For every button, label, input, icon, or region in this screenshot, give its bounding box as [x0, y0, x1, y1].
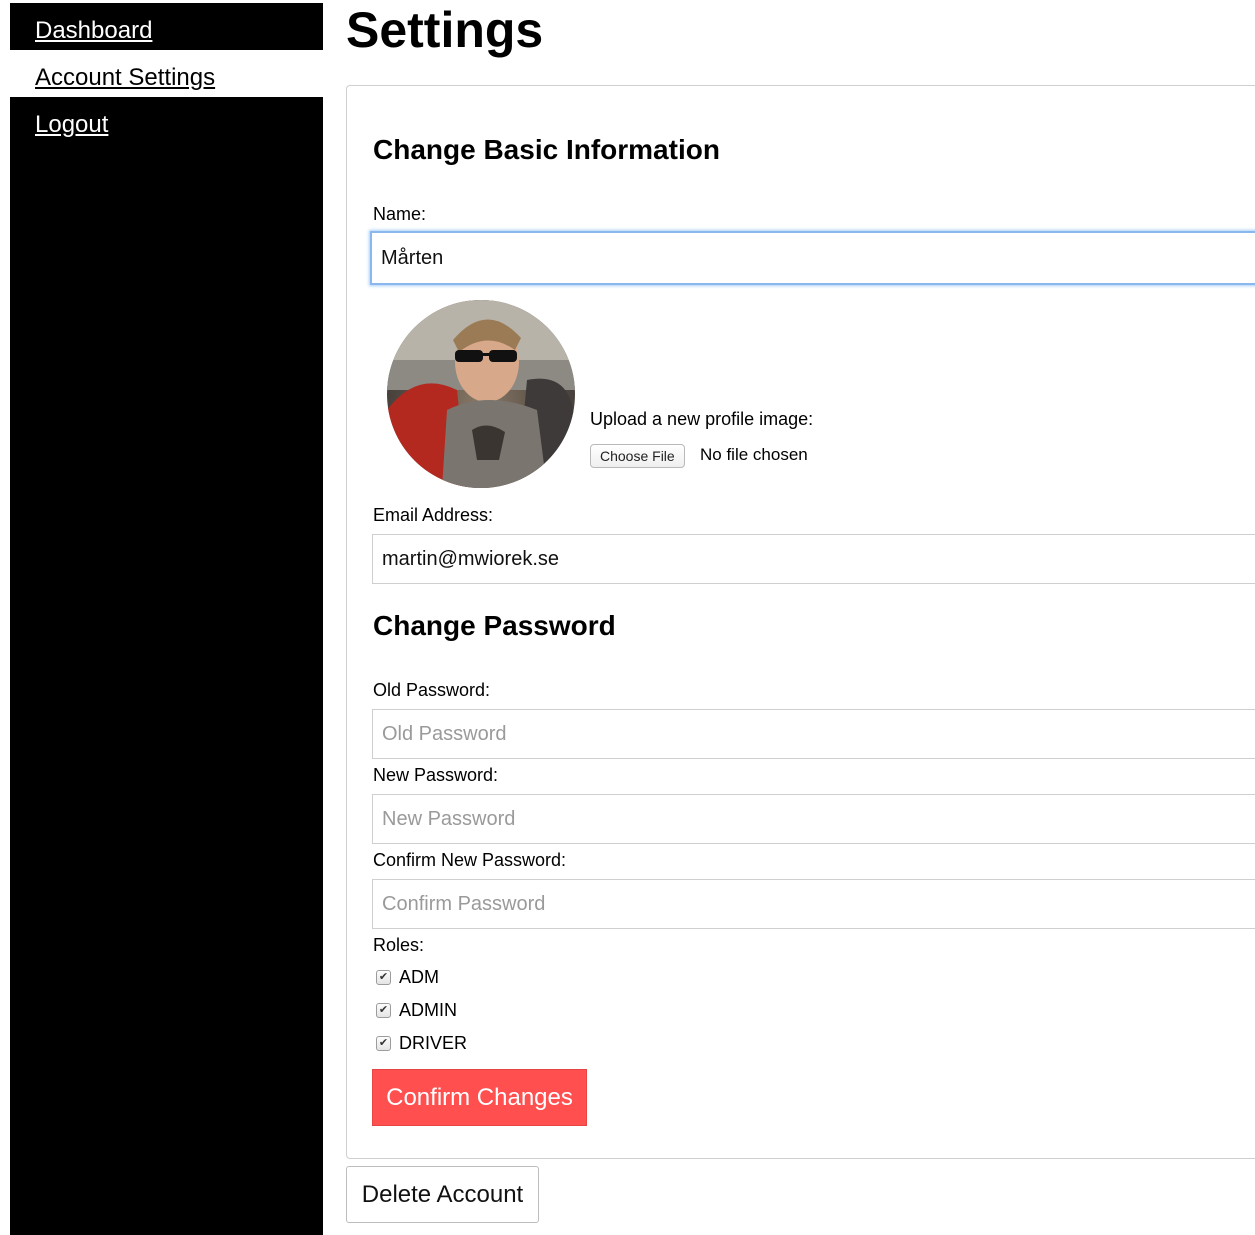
- checkbox-checked-icon[interactable]: ✔: [376, 970, 391, 985]
- confirm-changes-button[interactable]: Confirm Changes: [372, 1069, 587, 1126]
- name-input[interactable]: [370, 231, 1255, 285]
- role-label: DRIVER: [399, 1033, 468, 1053]
- new-password-input[interactable]: [372, 794, 1255, 844]
- settings-form: Change Basic Information Name: Upload a …: [346, 85, 1255, 1159]
- role-label: ADM: [399, 967, 439, 987]
- no-file-text: No file chosen: [700, 445, 808, 464]
- basic-info-heading: Change Basic Information: [373, 134, 720, 165]
- role-option-admin[interactable]: ✔ ADMIN: [376, 1000, 457, 1021]
- upload-label: Upload a new profile image:: [590, 409, 814, 429]
- confirm-password-input[interactable]: [372, 879, 1255, 929]
- checkbox-checked-icon[interactable]: ✔: [376, 1003, 391, 1018]
- role-option-driver[interactable]: ✔ DRIVER: [376, 1033, 467, 1054]
- email-label: Email Address:: [373, 505, 494, 525]
- role-option-adm[interactable]: ✔ ADM: [376, 967, 439, 988]
- new-password-label: New Password:: [373, 765, 499, 785]
- sidebar: Dashboard Account Settings Logout: [10, 3, 323, 1235]
- password-heading: Change Password: [373, 610, 616, 641]
- role-label: ADMIN: [399, 1000, 457, 1020]
- name-label: Name:: [373, 204, 427, 224]
- checkbox-checked-icon[interactable]: ✔: [376, 1036, 391, 1051]
- roles-label: Roles:: [373, 935, 425, 955]
- email-input[interactable]: [372, 534, 1255, 584]
- confirm-password-label: Confirm New Password:: [373, 850, 567, 870]
- sidebar-item-account-settings[interactable]: Account Settings: [10, 50, 323, 97]
- choose-file-button[interactable]: Choose File: [590, 444, 685, 468]
- profile-photo-icon: [387, 300, 575, 488]
- delete-account-button[interactable]: Delete Account: [346, 1166, 539, 1223]
- sidebar-item-dashboard[interactable]: Dashboard: [10, 3, 323, 50]
- profile-avatar: [387, 300, 575, 488]
- old-password-input[interactable]: [372, 709, 1255, 759]
- sidebar-item-logout[interactable]: Logout: [10, 97, 323, 144]
- old-password-label: Old Password:: [373, 680, 491, 700]
- page-title: Settings: [346, 2, 544, 58]
